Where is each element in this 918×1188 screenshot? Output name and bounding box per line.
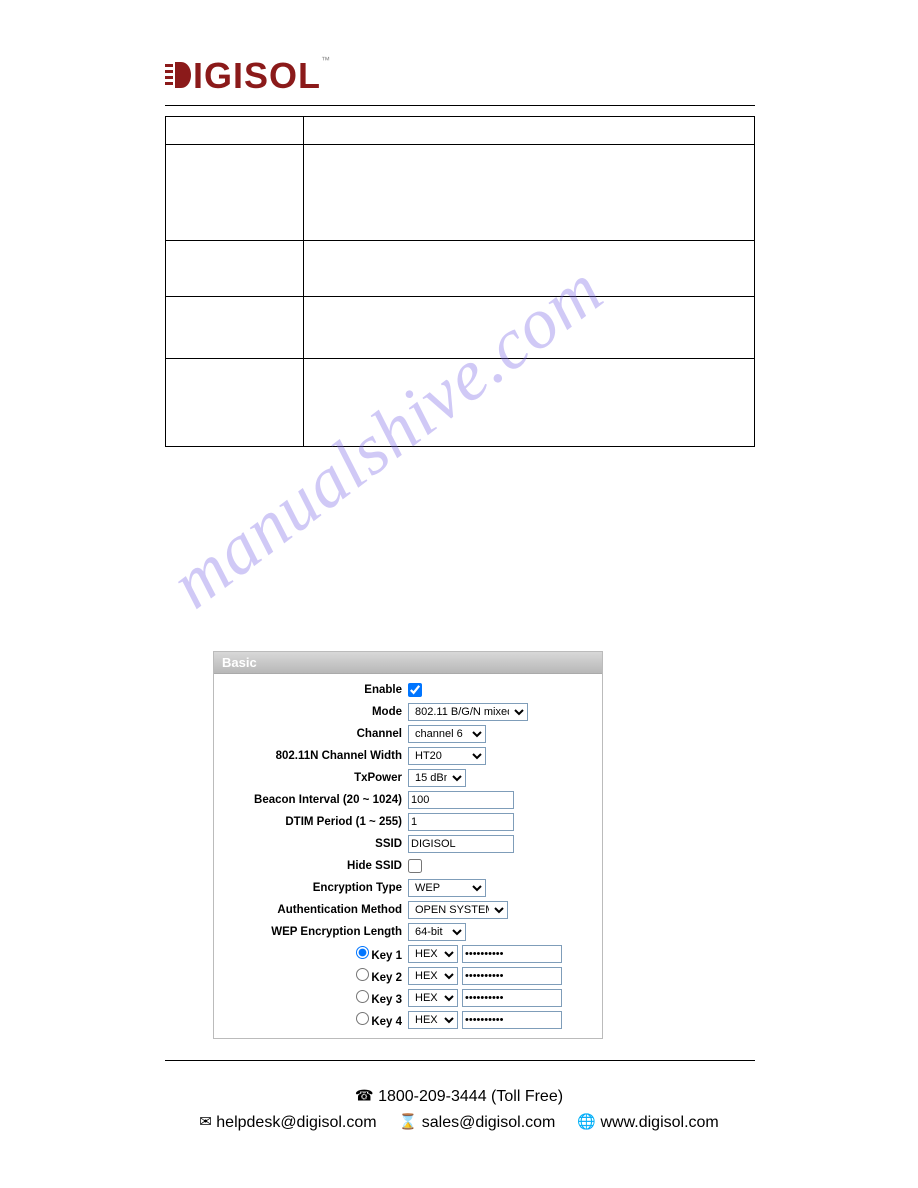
footer-phone: 1800-209-3444 (Toll Free) bbox=[378, 1088, 563, 1105]
mode-select[interactable]: 802.11 B/G/N mixed bbox=[408, 703, 528, 721]
logo-icon bbox=[165, 57, 191, 99]
ssid-input[interactable] bbox=[408, 835, 514, 853]
beacon-label: Beacon Interval (20 ~ 1024) bbox=[218, 794, 408, 806]
key4-format-select[interactable]: HEX bbox=[408, 1011, 458, 1029]
dtim-label: DTIM Period (1 ~ 255) bbox=[218, 816, 408, 828]
wep-length-label: WEP Encryption Length bbox=[218, 926, 408, 938]
table-cell bbox=[166, 145, 304, 241]
mail-icon: ✉ bbox=[199, 1114, 212, 1131]
enable-label: Enable bbox=[218, 684, 408, 696]
table-cell bbox=[304, 359, 755, 447]
wep-length-select[interactable]: 64-bit bbox=[408, 923, 466, 941]
key2-format-select[interactable]: HEX bbox=[408, 967, 458, 985]
panel-title: Basic bbox=[214, 652, 602, 674]
key2-radio[interactable] bbox=[356, 968, 369, 981]
hide-ssid-checkbox[interactable] bbox=[408, 859, 422, 873]
table-cell bbox=[304, 117, 755, 145]
channel-label: Channel bbox=[218, 728, 408, 740]
dtim-input[interactable] bbox=[408, 813, 514, 831]
table-cell bbox=[166, 117, 304, 145]
key1-label: Key 1 bbox=[371, 950, 402, 962]
footer-email-sales: sales@digisol.com bbox=[422, 1114, 556, 1131]
hide-ssid-label: Hide SSID bbox=[218, 860, 408, 872]
footer: ☎ 1800-209-3444 (Toll Free) ✉ helpdesk@d… bbox=[0, 1085, 918, 1135]
txpower-label: TxPower bbox=[218, 772, 408, 784]
table-cell bbox=[304, 297, 755, 359]
table-cell bbox=[304, 145, 755, 241]
ssid-label: SSID bbox=[218, 838, 408, 850]
auth-method-select[interactable]: OPEN SYSTEM bbox=[408, 901, 508, 919]
key3-label: Key 3 bbox=[371, 994, 402, 1006]
key3-input[interactable] bbox=[462, 989, 562, 1007]
auth-method-label: Authentication Method bbox=[218, 904, 408, 916]
footer-divider bbox=[165, 1060, 755, 1061]
enc-type-label: Encryption Type bbox=[218, 882, 408, 894]
key2-label: Key 2 bbox=[371, 972, 402, 984]
key3-radio[interactable] bbox=[356, 990, 369, 1003]
key1-format-select[interactable]: HEX bbox=[408, 945, 458, 963]
key4-label: Key 4 bbox=[371, 1016, 402, 1028]
table-cell bbox=[166, 241, 304, 297]
table-cell bbox=[166, 297, 304, 359]
logo-text: IGISOL bbox=[193, 55, 321, 96]
logo-tm: ™ bbox=[321, 55, 331, 65]
key3-format-select[interactable]: HEX bbox=[408, 989, 458, 1007]
footer-web: www.digisol.com bbox=[601, 1114, 719, 1131]
phone-icon: ☎ bbox=[355, 1088, 374, 1105]
beacon-input[interactable] bbox=[408, 791, 514, 809]
spec-table bbox=[165, 116, 755, 447]
channel-width-label: 802.11N Channel Width bbox=[218, 750, 408, 762]
key4-radio[interactable] bbox=[356, 1012, 369, 1025]
enc-type-select[interactable]: WEP bbox=[408, 879, 486, 897]
txpower-select[interactable]: 15 dBm bbox=[408, 769, 466, 787]
header-divider bbox=[165, 105, 755, 106]
globe-icon: 🌐 bbox=[577, 1114, 596, 1131]
brand-logo: IGISOL™ bbox=[165, 55, 755, 99]
key1-input[interactable] bbox=[462, 945, 562, 963]
channel-width-select[interactable]: HT20 bbox=[408, 747, 486, 765]
footer-email-help: helpdesk@digisol.com bbox=[216, 1114, 376, 1131]
key4-input[interactable] bbox=[462, 1011, 562, 1029]
enable-checkbox[interactable] bbox=[408, 683, 422, 697]
channel-select[interactable]: channel 6 bbox=[408, 725, 486, 743]
table-cell bbox=[304, 241, 755, 297]
hourglass-icon: ⌛ bbox=[399, 1114, 418, 1131]
mode-label: Mode bbox=[218, 706, 408, 718]
key2-input[interactable] bbox=[462, 967, 562, 985]
basic-settings-panel: Basic Enable Mode 802.11 B/G/N mixed Cha… bbox=[213, 651, 603, 1039]
table-cell bbox=[166, 359, 304, 447]
key1-radio[interactable] bbox=[356, 946, 369, 959]
